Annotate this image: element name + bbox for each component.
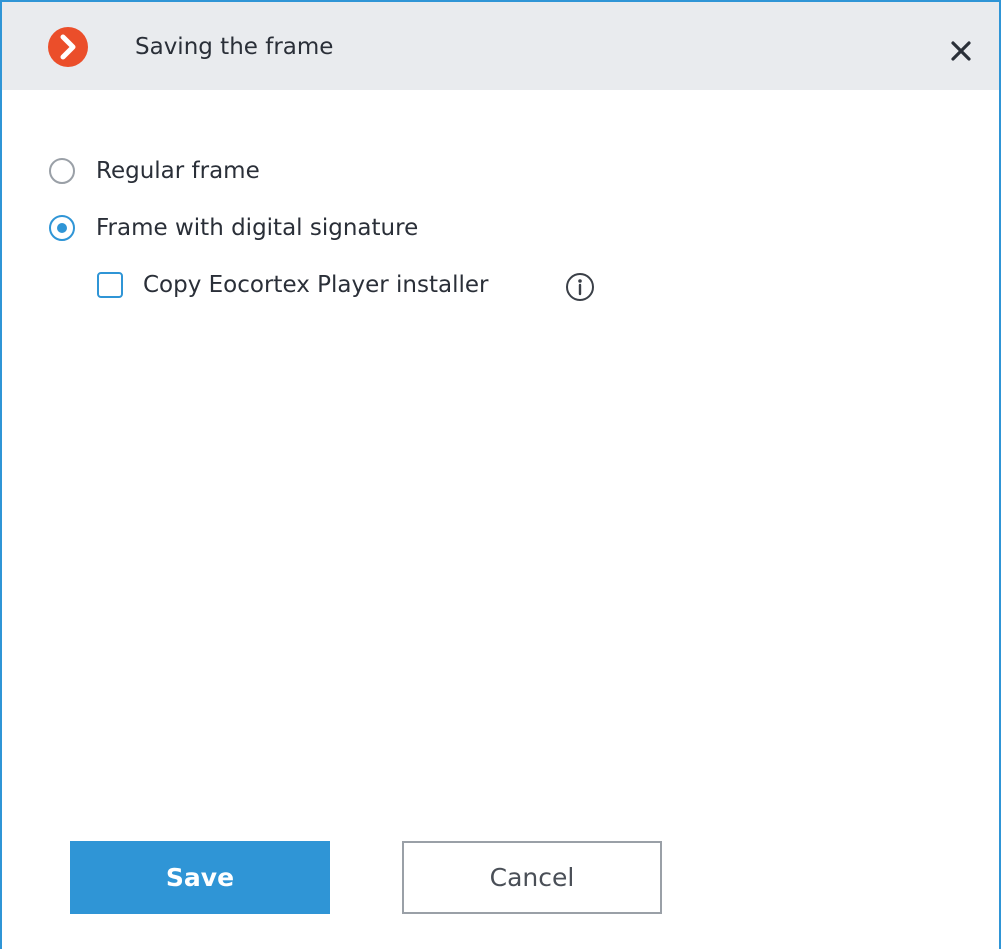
copy-installer-option[interactable]: Copy Eocortex Player installer	[97, 269, 488, 301]
dialog-title: Saving the frame	[135, 34, 334, 60]
regular-frame-label: Regular frame	[96, 158, 260, 184]
saving-frame-dialog: Saving the frame Regular frame Frame wit…	[0, 0, 1001, 949]
copy-installer-checkbox[interactable]	[97, 272, 123, 298]
cancel-button[interactable]: Cancel	[402, 841, 662, 914]
digital-signature-option[interactable]: Frame with digital signature	[49, 212, 418, 244]
info-icon[interactable]	[565, 272, 595, 302]
digital-signature-label: Frame with digital signature	[96, 215, 419, 241]
regular-frame-radio[interactable]	[49, 158, 75, 184]
eocortex-logo-icon	[48, 27, 88, 67]
dialog-titlebar: Saving the frame	[2, 2, 999, 90]
copy-installer-label: Copy Eocortex Player installer	[143, 272, 489, 298]
regular-frame-option[interactable]: Regular frame	[49, 155, 260, 187]
digital-signature-radio[interactable]	[49, 215, 75, 241]
close-icon	[951, 41, 971, 61]
save-button[interactable]: Save	[70, 841, 330, 914]
close-button[interactable]	[936, 30, 986, 72]
